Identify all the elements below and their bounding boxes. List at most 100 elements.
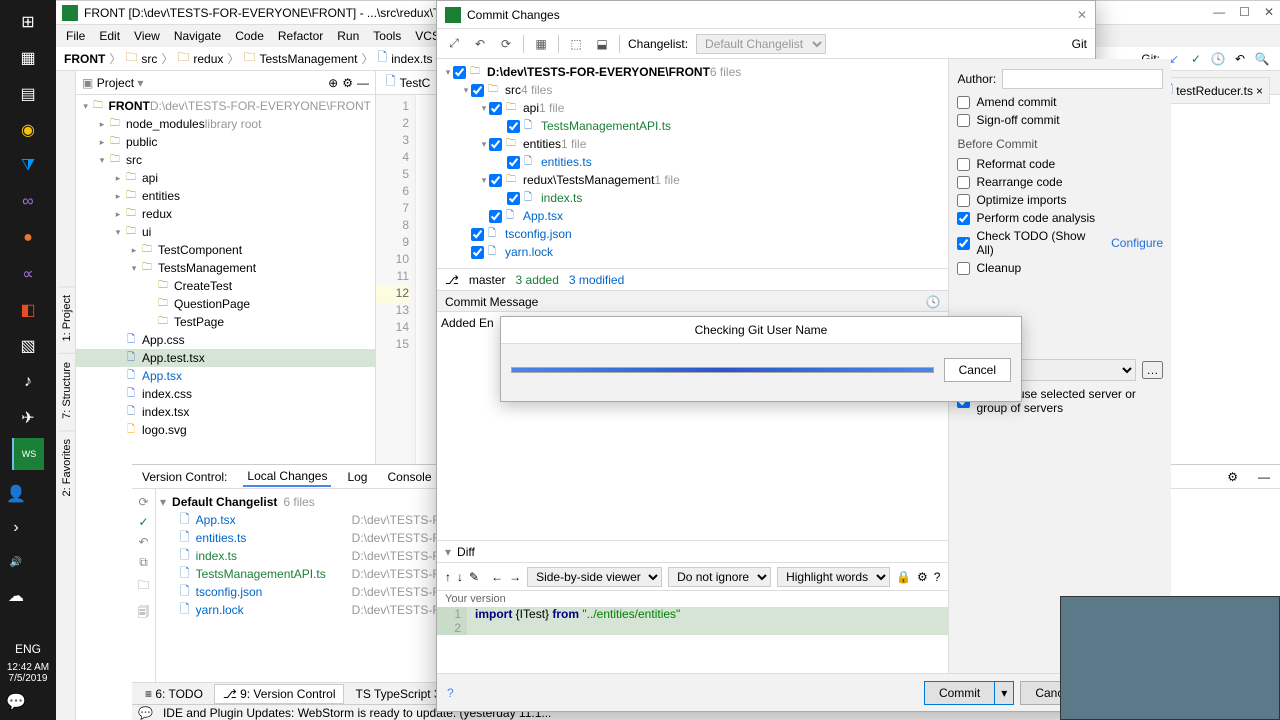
author-input[interactable] <box>1002 69 1163 89</box>
menu-code[interactable]: Code <box>229 27 270 45</box>
editor-tab[interactable]: 🗋TestC <box>376 71 441 94</box>
diff-icon[interactable]: ⧉ <box>139 555 148 570</box>
next-diff-icon[interactable]: ↓ <box>457 570 463 584</box>
history-icon[interactable]: 🕓 <box>1210 51 1226 67</box>
tree-row[interactable]: 🗀TestPage <box>76 313 375 331</box>
help-icon[interactable]: ? <box>447 686 454 700</box>
vscode-icon[interactable]: ⧩ <box>12 150 44 182</box>
cleanup-checkbox[interactable] <box>957 262 970 275</box>
tree-row[interactable]: 🗋index.css <box>76 385 375 403</box>
maximize-icon[interactable]: ☐ <box>1239 5 1250 19</box>
clock-date[interactable]: 7/5/2019 <box>0 673 56 684</box>
reformat-checkbox[interactable] <box>957 158 970 171</box>
revert-icon[interactable]: ↶ <box>1232 51 1248 67</box>
tree-row[interactable]: 🗋App.tsx <box>437 207 948 225</box>
taskbar-icon[interactable]: ● <box>12 222 44 254</box>
balloon-icon[interactable]: 💬 <box>138 706 153 720</box>
chrome-icon[interactable]: ◉ <box>12 114 44 146</box>
taskbar-icon[interactable]: ♪ <box>12 366 44 398</box>
tree-row[interactable]: ▾🗀TestsManagement <box>76 259 375 277</box>
vc-tab-log[interactable]: Log <box>343 468 371 486</box>
changelist-select[interactable]: Default Changelist <box>696 34 826 54</box>
tray-icon[interactable]: 👤 <box>0 478 32 510</box>
history-icon[interactable]: 🕓 <box>926 295 941 309</box>
lock-icon[interactable]: 🔒 <box>896 570 911 584</box>
clock-time[interactable]: 12:42 AM <box>0 662 56 673</box>
highlight-select[interactable]: Highlight words <box>777 567 890 587</box>
taskbar-icon[interactable]: ▦ <box>12 42 44 74</box>
show-diff-icon[interactable]: ⤢ <box>445 35 463 53</box>
vc-tab-console[interactable]: Console <box>383 468 435 486</box>
changelist-icon[interactable]: 🗀 <box>137 576 149 597</box>
signoff-checkbox[interactable] <box>957 114 970 127</box>
browse-button[interactable]: … <box>1142 361 1163 379</box>
tree-row[interactable]: 🗋App.css <box>76 331 375 349</box>
whitespace-select[interactable]: Do not ignore <box>668 567 771 587</box>
taskbar-icon[interactable]: ∞ <box>12 186 44 218</box>
tree-row[interactable]: 🗋App.test.tsx <box>76 349 375 367</box>
tree-row[interactable]: 🗋index.ts <box>437 189 948 207</box>
vtab-project[interactable]: 1: Project <box>59 286 75 349</box>
tree-row[interactable]: 🗋TestsManagementAPI.ts <box>437 117 948 135</box>
edit-icon[interactable]: ✎ <box>469 570 479 584</box>
tree-row[interactable]: ▸🗀TestComponent <box>76 241 375 259</box>
breadcrumb-item[interactable]: FRONT <box>64 52 105 66</box>
collapse-icon[interactable]: ⬓ <box>593 35 611 53</box>
menu-view[interactable]: View <box>128 27 166 45</box>
tree-row[interactable]: 🗀QuestionPage <box>76 295 375 313</box>
editor-tab[interactable]: 🗋testReducer.ts × <box>1157 77 1270 104</box>
breadcrumb-item[interactable]: src <box>141 52 157 66</box>
tree-row[interactable]: ▾🗀redux\TestsManagement 1 file <box>437 171 948 189</box>
progress-cancel-button[interactable]: Cancel <box>944 358 1011 382</box>
gear-icon[interactable]: ⚙ <box>1223 468 1242 486</box>
menu-tools[interactable]: Tools <box>367 27 407 45</box>
menu-navigate[interactable]: Navigate <box>168 27 227 45</box>
taskbar-icon[interactable]: ◧ <box>12 294 44 326</box>
tree-row[interactable]: ▾🗀src 4 files <box>437 81 948 99</box>
collapse-arrow-icon[interactable]: ▾ <box>445 545 451 559</box>
tree-row[interactable]: 🗀CreateTest <box>76 277 375 295</box>
minimize-icon[interactable]: — <box>1254 468 1274 486</box>
tree-row[interactable]: ▸🗀public <box>76 133 375 151</box>
commit-icon[interactable]: ✓ <box>138 515 148 529</box>
optimize-checkbox[interactable] <box>957 194 970 207</box>
vtab-structure[interactable]: 7: Structure <box>59 353 75 427</box>
expand-icon[interactable]: ⬚ <box>567 35 585 53</box>
tree-row[interactable]: ▸🗀node_modules library root <box>76 115 375 133</box>
tree-row[interactable]: ▸🗀api <box>76 169 375 187</box>
analysis-checkbox[interactable] <box>957 212 970 225</box>
target-icon[interactable]: ⊕ <box>328 76 338 90</box>
taskbar-icon[interactable]: ▧ <box>12 330 44 362</box>
todo-checkbox[interactable] <box>957 237 970 250</box>
tree-row[interactable]: 🗋logo.svg <box>76 421 375 439</box>
menu-run[interactable]: Run <box>331 27 365 45</box>
tree-row[interactable]: ▾🗀D:\dev\TESTS-FOR-EVERYONE\FRONT 6 file… <box>437 63 948 81</box>
help-icon[interactable]: ? <box>934 570 941 584</box>
webstorm-icon[interactable]: WS <box>12 438 44 470</box>
refresh-icon[interactable]: ⟳ <box>497 35 515 53</box>
rearrange-checkbox[interactable] <box>957 176 970 189</box>
cloud-icon[interactable]: ☁ <box>0 580 32 612</box>
group-icon[interactable]: ▦ <box>532 35 550 53</box>
breadcrumb-item[interactable]: index.ts <box>391 52 432 66</box>
search-icon[interactable]: 🔍 <box>1254 51 1270 67</box>
configure-link[interactable]: Configure <box>1111 236 1163 250</box>
tree-row[interactable]: ▸🗀redux <box>76 205 375 223</box>
notifications-icon[interactable]: 💬 <box>0 686 32 718</box>
tree-row[interactable]: ▾🗀api 1 file <box>437 99 948 117</box>
close-icon[interactable]: ✕ <box>1264 5 1274 19</box>
shelve-icon[interactable]: 🗐 <box>138 603 150 624</box>
next-file-icon[interactable]: → <box>509 570 521 584</box>
prev-file-icon[interactable]: ← <box>491 570 503 584</box>
gear-icon[interactable]: ⚙ <box>342 76 353 90</box>
breadcrumb-item[interactable]: TestsManagement <box>259 52 357 66</box>
breadcrumb-item[interactable]: redux <box>193 52 223 66</box>
refresh-icon[interactable]: ⟳ <box>138 495 148 509</box>
tree-row[interactable]: 🗋entities.ts <box>437 153 948 171</box>
vtab-favorites[interactable]: 2: Favorites <box>59 430 75 504</box>
taskbar-icon[interactable]: ✈ <box>12 402 44 434</box>
tree-row[interactable]: ▾🗀entities 1 file <box>437 135 948 153</box>
collapse-icon[interactable]: — <box>357 76 369 90</box>
taskbar-icon[interactable]: ∝ <box>12 258 44 290</box>
viewer-select[interactable]: Side-by-side viewer <box>527 567 662 587</box>
